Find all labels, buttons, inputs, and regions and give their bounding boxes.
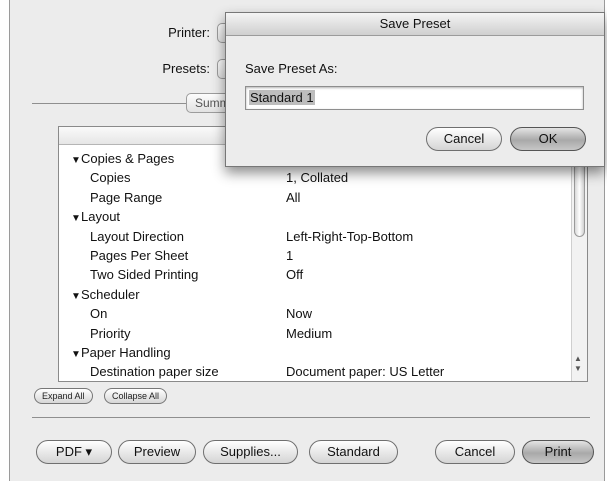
section-label: Paper Handling xyxy=(81,345,171,360)
disclosure-triangle-icon[interactable]: ▼ xyxy=(71,287,81,306)
row-value: 1, Collated xyxy=(286,170,349,186)
pdf-button[interactable]: PDF ▾ xyxy=(36,440,112,464)
row-key: Layout Direction xyxy=(90,228,184,244)
disclosure-triangle-icon[interactable]: ▼ xyxy=(71,345,81,364)
summary-row: Pages Per Sheet 1 xyxy=(59,246,567,265)
dialog-title: Save Preset xyxy=(226,13,604,36)
summary-row: Page Range All xyxy=(59,188,567,207)
scroll-down-arrow[interactable]: ▼ xyxy=(574,365,582,373)
row-key: Copies xyxy=(90,170,131,186)
summary-row: Layout Direction Left-Right-Top-Bottom xyxy=(59,227,567,246)
disclosure-triangle-icon[interactable]: ▼ xyxy=(71,209,81,228)
section-header[interactable]: ▼Scheduler xyxy=(59,285,567,304)
row-key: Pages Per Sheet xyxy=(90,248,189,263)
row-key: Page Range xyxy=(90,189,163,205)
row-key: Destination paper size xyxy=(90,364,219,380)
row-value: Left-Right-Top-Bottom xyxy=(286,228,414,244)
preset-name-value: Standard 1 xyxy=(249,90,315,105)
supplies-button[interactable]: Supplies... xyxy=(203,440,298,464)
section-label: Layout xyxy=(81,209,121,225)
section-label: Scheduler xyxy=(81,286,140,302)
summary-row: Priority Medium xyxy=(59,324,567,343)
summary-row: Copies 1, Collated xyxy=(59,168,567,187)
preset-name-field[interactable]: Standard 1 xyxy=(245,86,584,110)
top-divider xyxy=(32,103,186,104)
cancel-button[interactable]: Cancel xyxy=(435,440,515,464)
section-title: ▼Layout xyxy=(71,207,120,228)
presets-label: Presets: xyxy=(162,61,210,76)
bottom-divider xyxy=(32,417,590,418)
save-preset-dialog: Save Preset Save Preset As: Standard 1 C… xyxy=(225,12,605,167)
dialog-ok-button[interactable]: OK xyxy=(510,127,586,151)
section-header[interactable]: ▼Paper Handling xyxy=(59,343,567,362)
collapse-all-button[interactable]: Collapse All xyxy=(104,388,168,404)
row-value: Off xyxy=(286,267,304,283)
row-key: Priority xyxy=(90,325,131,341)
standard-button[interactable]: Standard xyxy=(309,440,398,464)
row-value: Document paper: US Letter xyxy=(286,364,445,380)
summary-row: On Now xyxy=(59,304,567,323)
summary-row: Destination paper size Document paper: US… xyxy=(59,362,567,381)
scroll-up-arrow[interactable]: ▲ xyxy=(574,355,582,363)
row-value: Medium xyxy=(286,325,333,341)
section-title: ▼Copies & Pages xyxy=(71,149,174,170)
preview-button[interactable]: Preview xyxy=(118,440,196,464)
row-value: All xyxy=(286,189,301,205)
section-header[interactable]: ▼Layout xyxy=(59,207,567,226)
summary-row: Two Sided Printing Off xyxy=(59,265,567,284)
row-key: Two Sided Printing xyxy=(90,267,199,283)
print-button[interactable]: Print xyxy=(522,440,594,464)
row-value: 1 xyxy=(286,248,294,263)
printer-label: Printer: xyxy=(168,25,210,40)
section-title: ▼Scheduler xyxy=(71,285,140,306)
section-title: ▼Paper Handling xyxy=(71,343,171,364)
expand-all-button[interactable]: Expand All xyxy=(34,388,93,404)
section-label: Copies & Pages xyxy=(81,151,175,166)
dialog-cancel-button[interactable]: Cancel xyxy=(426,127,502,151)
row-key: On xyxy=(90,306,108,322)
row-value: Now xyxy=(286,306,313,322)
save-preset-prompt: Save Preset As: xyxy=(245,61,338,76)
disclosure-triangle-icon[interactable]: ▼ xyxy=(71,151,81,170)
